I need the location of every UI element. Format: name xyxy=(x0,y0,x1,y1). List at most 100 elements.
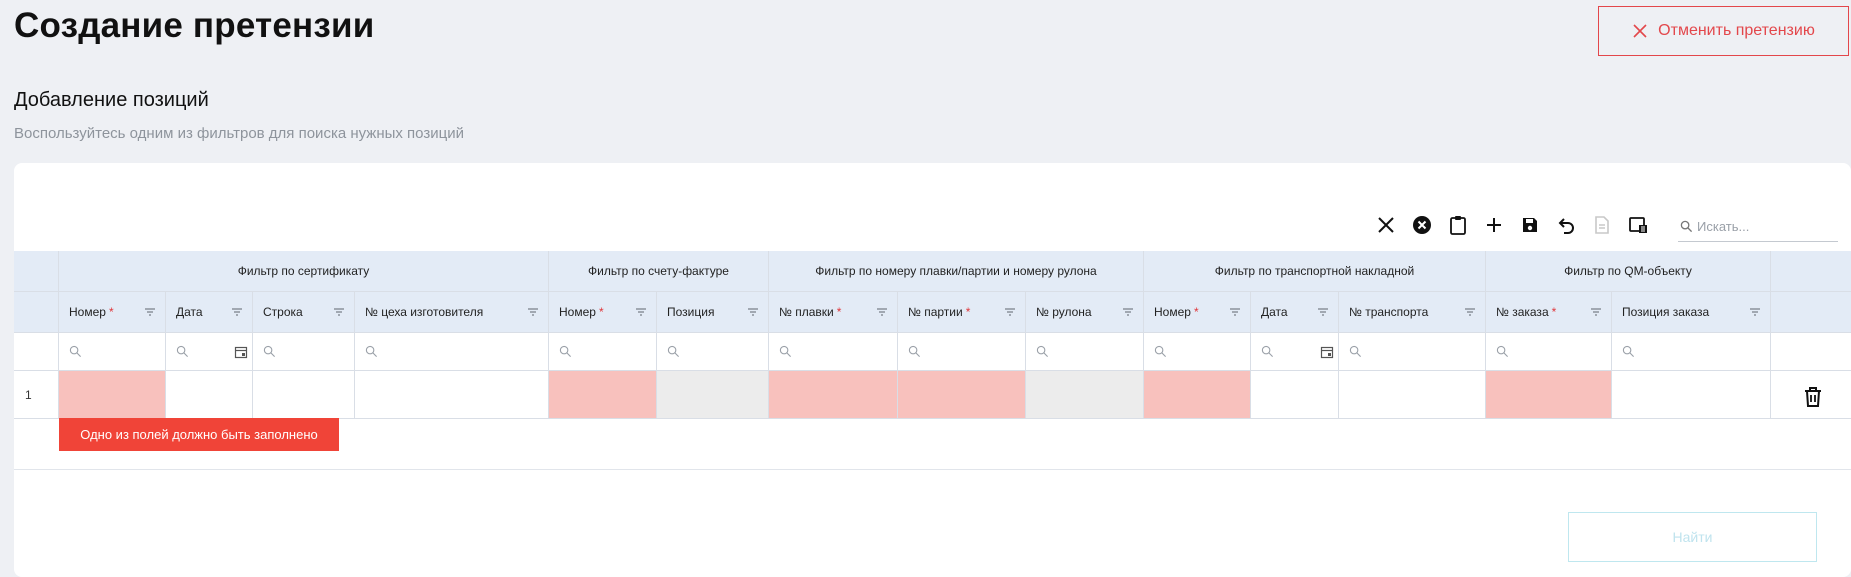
filter-corner xyxy=(14,333,59,371)
column-header[interactable]: Номер * xyxy=(1144,292,1251,333)
grid-search-input[interactable] xyxy=(1697,219,1827,234)
column-header[interactable]: Строка xyxy=(253,292,355,333)
grid-toolbar xyxy=(14,212,1851,242)
filter-row xyxy=(14,333,1851,371)
cell-transport-number[interactable] xyxy=(1339,371,1486,419)
search-icon xyxy=(1349,345,1362,358)
cell-waybill-date[interactable] xyxy=(1251,371,1339,419)
column-header[interactable]: Дата xyxy=(1251,292,1339,333)
column-header[interactable]: № транспорта xyxy=(1339,292,1486,333)
group-qm-object: Фильтр по QM-объекту xyxy=(1486,251,1771,292)
clipboard-icon[interactable] xyxy=(1445,212,1471,238)
column-filter[interactable] xyxy=(253,333,355,371)
filter-icon[interactable] xyxy=(143,305,157,319)
page-title: Создание претензии xyxy=(14,6,375,45)
column-filter[interactable] xyxy=(1026,333,1144,371)
column-filter[interactable] xyxy=(1251,333,1339,371)
table-row: 1 xyxy=(14,371,1851,419)
clear-circle-icon[interactable] xyxy=(1409,212,1435,238)
filter-icon[interactable] xyxy=(1003,305,1017,319)
column-filter[interactable] xyxy=(769,333,898,371)
cell-cert-number[interactable] xyxy=(59,371,166,419)
cell-batch-number[interactable] xyxy=(898,371,1026,419)
column-header[interactable]: Позиция xyxy=(657,292,769,333)
column-header[interactable]: № рулона xyxy=(1026,292,1144,333)
filter-icon[interactable] xyxy=(746,305,760,319)
cell-invoice-number[interactable] xyxy=(549,371,657,419)
filter-icon[interactable] xyxy=(1121,305,1135,319)
search-icon xyxy=(667,345,680,358)
column-filter[interactable] xyxy=(166,333,253,371)
close-icon[interactable] xyxy=(1373,212,1399,238)
column-settings-icon[interactable] xyxy=(1625,212,1651,238)
export-icon xyxy=(1589,212,1615,238)
cell-order-position[interactable] xyxy=(1612,371,1771,419)
column-filter[interactable] xyxy=(657,333,769,371)
filter-icon[interactable] xyxy=(230,305,244,319)
add-icon[interactable] xyxy=(1481,212,1507,238)
filter-actions xyxy=(1771,333,1851,371)
column-filter[interactable] xyxy=(1486,333,1612,371)
filter-icon[interactable] xyxy=(1228,305,1242,319)
corner-cell xyxy=(14,251,59,292)
filter-icon[interactable] xyxy=(1463,305,1477,319)
cell-order-number[interactable] xyxy=(1486,371,1612,419)
filter-icon[interactable] xyxy=(332,305,346,319)
divider xyxy=(14,469,1851,470)
calendar-icon[interactable] xyxy=(234,345,248,359)
actions-header xyxy=(1771,292,1851,333)
cell-melt-number[interactable] xyxy=(769,371,898,419)
filter-icon[interactable] xyxy=(1316,305,1330,319)
group-melt-batch: Фильтр по номеру плавки/партии и номеру … xyxy=(769,251,1144,292)
search-icon xyxy=(263,345,276,358)
search-icon xyxy=(1154,345,1167,358)
column-header[interactable]: Позиция заказа xyxy=(1612,292,1771,333)
column-header[interactable]: Номер * xyxy=(549,292,657,333)
section-subtitle: Воспользуйтесь одним из фильтров для пои… xyxy=(14,125,464,142)
column-filter[interactable] xyxy=(59,333,166,371)
cell-roll-number xyxy=(1026,371,1144,419)
search-icon xyxy=(1622,345,1635,358)
filter-icon[interactable] xyxy=(634,305,648,319)
search-icon xyxy=(1680,220,1693,233)
column-header-row: Номер * Дата Строка № цеха изготовителя Н… xyxy=(14,292,1851,333)
cell-cert-date[interactable] xyxy=(166,371,253,419)
filter-icon[interactable] xyxy=(1748,305,1762,319)
validation-error: Одно из полей должно быть заполнено xyxy=(59,418,339,451)
column-header[interactable]: № заказа * xyxy=(1486,292,1612,333)
actions-header xyxy=(1771,251,1851,292)
column-header[interactable]: Дата xyxy=(166,292,253,333)
group-invoice: Фильтр по счету-фактуре xyxy=(549,251,769,292)
search-icon xyxy=(559,345,572,358)
find-button[interactable]: Найти xyxy=(1568,512,1817,562)
column-header[interactable]: № плавки * xyxy=(769,292,898,333)
search-icon xyxy=(176,345,189,358)
group-certificate: Фильтр по сертификату xyxy=(59,251,549,292)
group-header-row: Фильтр по сертификату Фильтр по счету-фа… xyxy=(14,251,1851,292)
filter-icon[interactable] xyxy=(526,305,540,319)
column-filter[interactable] xyxy=(1339,333,1486,371)
cell-workshop-number[interactable] xyxy=(355,371,549,419)
column-filter[interactable] xyxy=(1144,333,1251,371)
trash-icon[interactable] xyxy=(1801,385,1825,409)
group-waybill: Фильтр по транспортной накладной xyxy=(1144,251,1486,292)
filter-icon[interactable] xyxy=(875,305,889,319)
cancel-claim-label: Отменить претензию xyxy=(1658,22,1815,39)
column-header[interactable]: Номер * xyxy=(59,292,166,333)
cancel-claim-button[interactable]: Отменить претензию xyxy=(1598,6,1849,56)
column-header[interactable]: № партии * xyxy=(898,292,1026,333)
cell-invoice-position xyxy=(657,371,769,419)
undo-icon[interactable] xyxy=(1553,212,1579,238)
column-filter[interactable] xyxy=(898,333,1026,371)
close-icon xyxy=(1633,24,1647,38)
column-header[interactable]: № цеха изготовителя xyxy=(355,292,549,333)
column-filter[interactable] xyxy=(355,333,549,371)
column-filter[interactable] xyxy=(549,333,657,371)
grid-search[interactable] xyxy=(1678,212,1838,242)
cell-waybill-number[interactable] xyxy=(1144,371,1251,419)
filter-icon[interactable] xyxy=(1589,305,1603,319)
column-filter[interactable] xyxy=(1612,333,1771,371)
save-icon[interactable] xyxy=(1517,212,1543,238)
cell-cert-line[interactable] xyxy=(253,371,355,419)
calendar-icon[interactable] xyxy=(1320,345,1334,359)
